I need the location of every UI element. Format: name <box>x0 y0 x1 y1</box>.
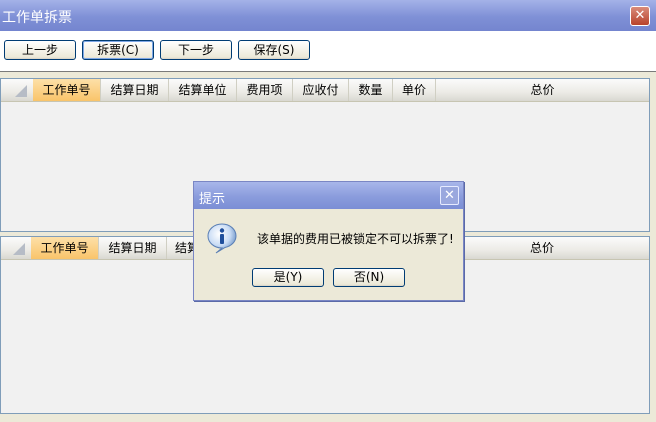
split-ticket-button[interactable]: 拆票(C) <box>82 40 154 60</box>
col-header-settlement-date[interactable]: 结算日期 <box>101 79 169 101</box>
col-header-fee-item[interactable]: 费用项 <box>237 79 293 101</box>
status-strip <box>0 414 656 422</box>
window-title-bar: 工作单拆票 ✕ <box>0 0 656 31</box>
col-header-quantity[interactable]: 数量 <box>349 79 393 101</box>
dialog-title-bar: 提示 ✕ <box>194 182 463 209</box>
window-edge <box>650 78 656 414</box>
close-icon: ✕ <box>634 8 646 23</box>
next-step-button[interactable]: 下一步 <box>160 40 232 60</box>
corner-triangle-icon <box>13 243 25 255</box>
close-button[interactable]: ✕ <box>630 6 650 26</box>
col-header-total-price[interactable]: 总价 <box>436 79 649 101</box>
top-grid-header: 工作单号 结算日期 结算单位 费用项 应收付 数量 单价 总价 <box>1 79 649 102</box>
prev-step-button[interactable]: 上一步 <box>4 40 76 60</box>
corner-triangle-icon <box>15 85 27 97</box>
col-header-settlement-date[interactable]: 结算日期 <box>99 237 167 259</box>
dialog-title: 提示 <box>199 192 226 207</box>
col-header-total-price[interactable]: 总价 <box>435 237 649 259</box>
col-header-receivable-payable[interactable]: 应收付 <box>293 79 349 101</box>
col-header-unit-price[interactable]: 单价 <box>393 79 436 101</box>
save-button[interactable]: 保存(S) <box>238 40 310 60</box>
col-header-work-order-no[interactable]: 工作单号 <box>33 79 101 101</box>
no-button[interactable]: 否(N) <box>333 268 405 287</box>
info-icon <box>207 223 237 254</box>
toolbar: 上一步 拆票(C) 下一步 保存(S) <box>0 31 656 72</box>
dialog-message: 该单据的费用已被锁定不可以拆票了! <box>257 232 454 246</box>
col-header-work-order-no[interactable]: 工作单号 <box>31 237 99 259</box>
select-all-corner[interactable] <box>1 237 31 259</box>
yes-button[interactable]: 是(Y) <box>252 268 324 287</box>
col-header-settlement-unit[interactable]: 结算单位 <box>169 79 237 101</box>
window-title: 工作单拆票 <box>2 10 72 26</box>
close-icon: ✕ <box>444 188 455 203</box>
dialog-close-button[interactable]: ✕ <box>440 186 459 205</box>
select-all-corner[interactable] <box>1 79 33 101</box>
message-dialog: 提示 ✕ 该单据的费用已被锁定不可以拆票了! 是(Y) 否(N) <box>193 181 464 301</box>
